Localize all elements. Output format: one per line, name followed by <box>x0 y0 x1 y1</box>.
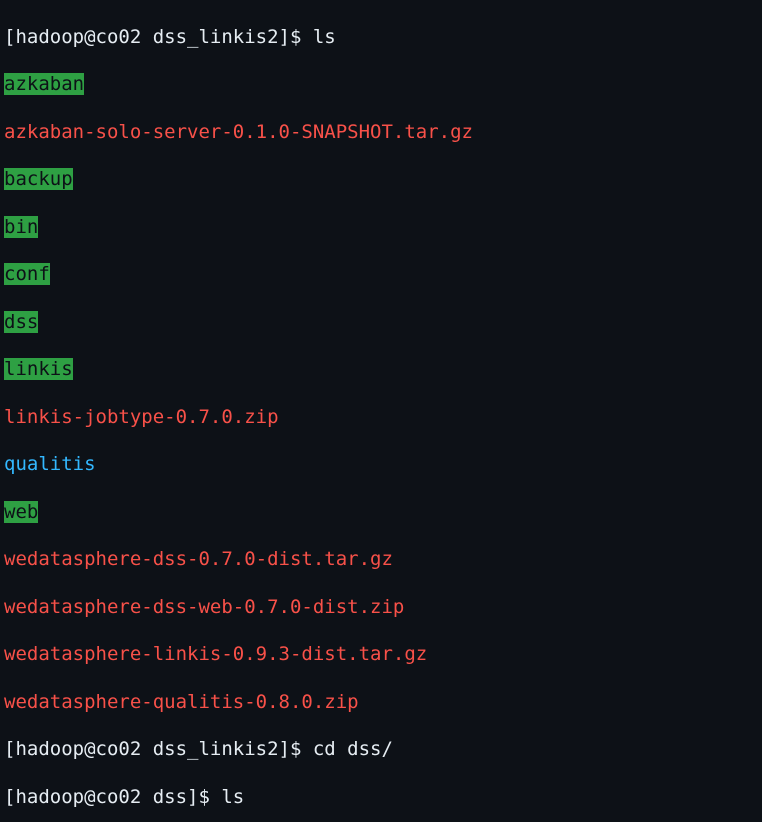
ls-entry-dir: conf <box>4 263 50 285</box>
ls-entry-link: qualitis <box>4 453 96 475</box>
ls-entry-dir: azkaban <box>4 73 84 95</box>
prompt: [hadoop@co02 dss_linkis2]$ <box>4 26 313 48</box>
command-ls: ls <box>221 786 244 808</box>
ls-entry-dir: bin <box>4 216 38 238</box>
ls-entry-archive: linkis-jobtype-0.7.0.zip <box>4 406 279 428</box>
prompt: [hadoop@co02 dss]$ <box>4 786 221 808</box>
ls-entry-archive: wedatasphere-dss-web-0.7.0-dist.zip <box>4 596 404 618</box>
ls-entry-dir: web <box>4 501 38 523</box>
prompt: [hadoop@co02 dss_linkis2]$ <box>4 738 313 760</box>
ls-entry-dir: dss <box>4 311 38 333</box>
ls-entry-archive: wedatasphere-dss-0.7.0-dist.tar.gz <box>4 548 393 570</box>
command-ls: ls <box>313 26 336 48</box>
ls-entry-dir: backup <box>4 168 73 190</box>
ls-entry-archive: wedatasphere-linkis-0.9.3-dist.tar.gz <box>4 643 427 665</box>
ls-entry-archive: wedatasphere-qualitis-0.8.0.zip <box>4 691 359 713</box>
command-cd: cd dss/ <box>313 738 393 760</box>
ls-entry-dir: linkis <box>4 358 73 380</box>
ls-entry-archive: azkaban-solo-server-0.1.0-SNAPSHOT.tar.g… <box>4 121 473 143</box>
terminal[interactable]: [hadoop@co02 dss_linkis2]$ ls azkaban az… <box>0 0 762 822</box>
